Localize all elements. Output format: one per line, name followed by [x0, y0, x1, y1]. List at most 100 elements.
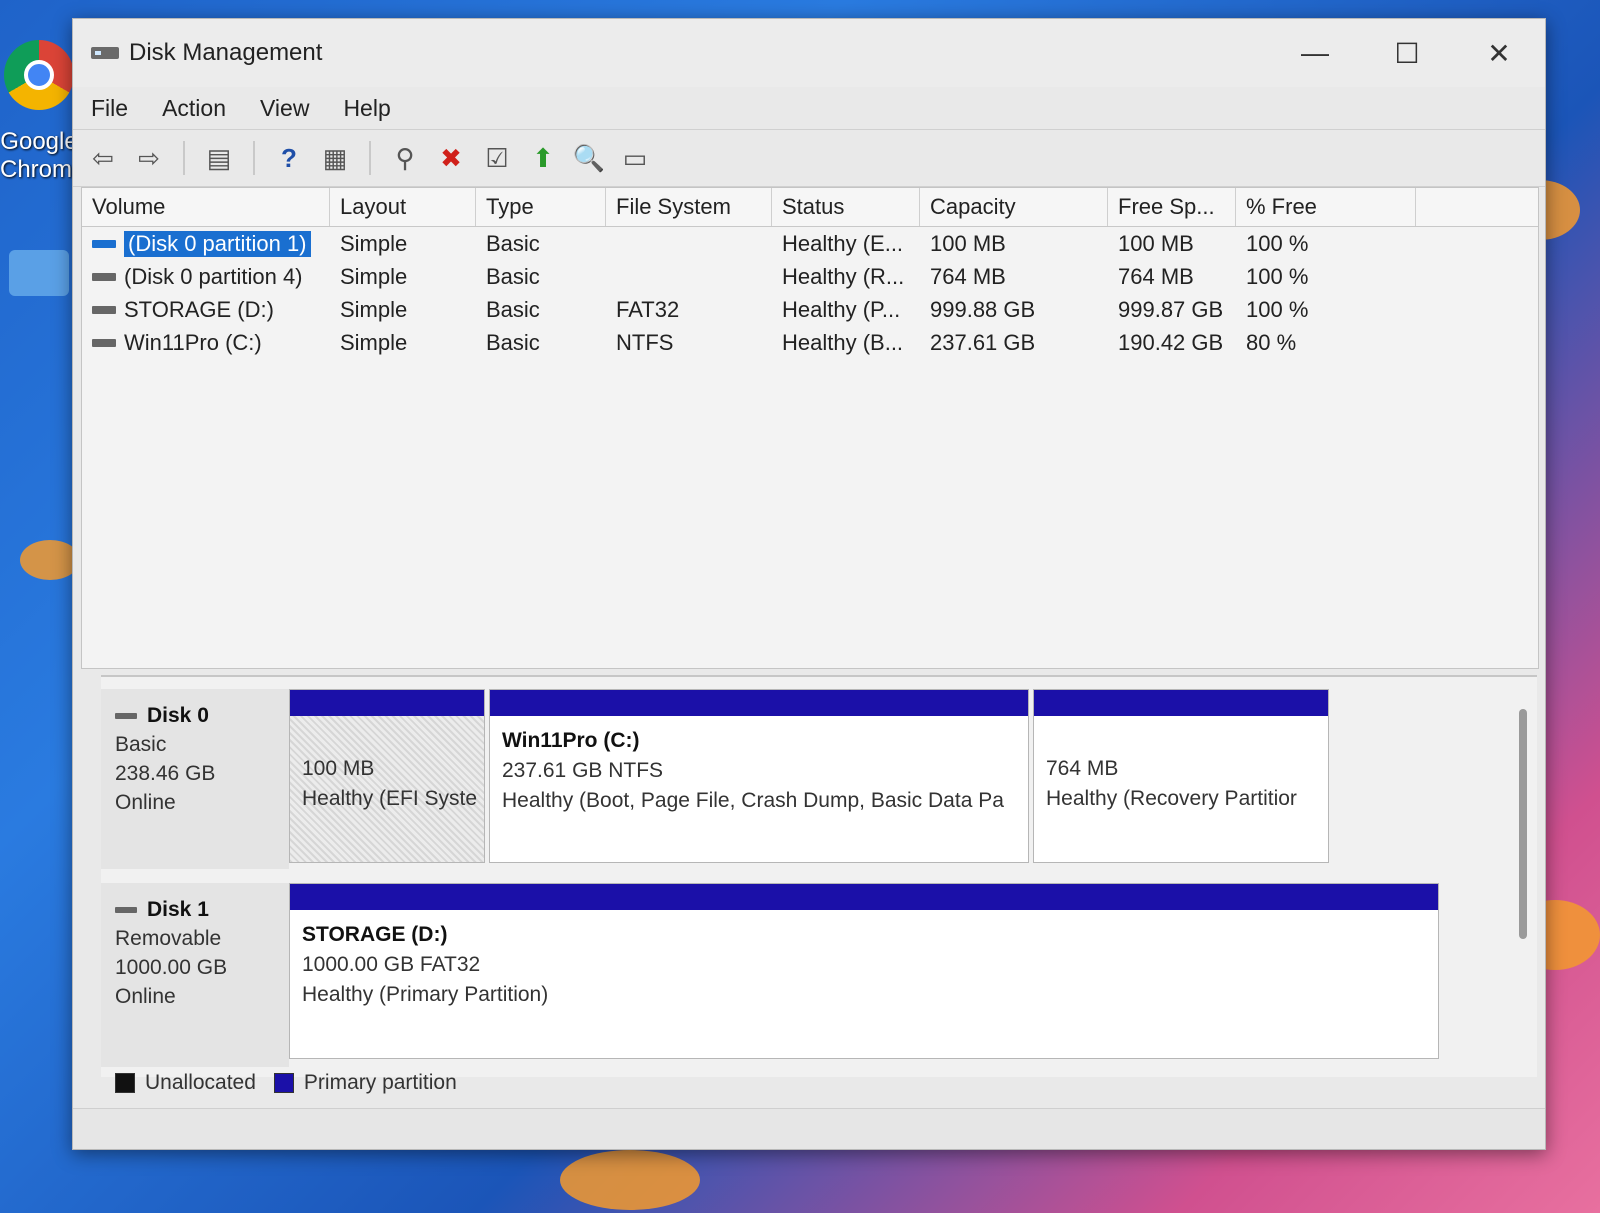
- free-cell: 999.87 GB: [1118, 296, 1224, 322]
- column-percent-free[interactable]: % Free: [1236, 188, 1416, 226]
- volume-list: Volume Layout Type File System Status Ca…: [81, 187, 1539, 669]
- volume-name: Win11Pro (C:): [124, 329, 262, 355]
- column-status[interactable]: Status: [772, 188, 920, 226]
- status-bar: [73, 1108, 1545, 1149]
- drive-icon: [92, 338, 116, 347]
- wallpaper-fish: [560, 1150, 700, 1210]
- toolbar-separator: [369, 141, 371, 175]
- check-icon[interactable]: ☑: [479, 140, 515, 176]
- connect-icon[interactable]: ⚲: [387, 140, 423, 176]
- partition-size: 100 MB: [302, 757, 375, 780]
- partition-size: 764 MB: [1046, 757, 1119, 780]
- pct-free-cell: 80 %: [1246, 329, 1297, 355]
- capacity-cell: 237.61 GB: [930, 329, 1036, 355]
- forward-icon[interactable]: ⇨: [131, 140, 167, 176]
- title-bar[interactable]: Disk Management — ☐ ✕: [73, 19, 1545, 87]
- volume-name: STORAGE (D:): [124, 296, 274, 322]
- menu-view[interactable]: View: [260, 95, 309, 122]
- column-file-system[interactable]: File System: [606, 188, 772, 226]
- chrome-label-line1: Google: [0, 128, 78, 155]
- menu-file[interactable]: File: [91, 95, 128, 122]
- help-icon[interactable]: ?: [271, 140, 307, 176]
- window-title: Disk Management: [129, 39, 323, 66]
- properties-icon[interactable]: ▦: [317, 140, 353, 176]
- menu-help[interactable]: Help: [343, 95, 390, 122]
- partition-status: Healthy (Boot, Page File, Crash Dump, Ba…: [502, 789, 1004, 812]
- free-cell: 764 MB: [1118, 263, 1194, 289]
- new-volume-icon[interactable]: ⬆: [525, 140, 561, 176]
- status-cell: Healthy (B...: [782, 329, 904, 355]
- partition-size: 237.61 GB NTFS: [502, 759, 664, 782]
- disk-0-label[interactable]: Disk 0 Basic 238.46 GB Online: [101, 689, 289, 869]
- status-cell: Healthy (R...: [782, 263, 905, 289]
- type-cell: Basic: [486, 296, 540, 322]
- capacity-cell: 764 MB: [930, 263, 1006, 289]
- disk-0-partitions: 100 MB Healthy (EFI Syste Win11Pro (C:) …: [289, 689, 1333, 869]
- disk-name: Disk 1: [147, 898, 209, 921]
- column-layout[interactable]: Layout: [330, 188, 476, 226]
- capacity-cell: 100 MB: [930, 230, 1006, 256]
- column-free-space[interactable]: Free Sp...: [1108, 188, 1236, 226]
- disk-management-icon: [9, 250, 69, 296]
- disk-type: Basic: [115, 733, 167, 756]
- table-row[interactable]: STORAGE (D:) Simple Basic FAT32 Healthy …: [82, 293, 1538, 326]
- toolbar-separator: [253, 141, 255, 175]
- drive-icon: [115, 906, 137, 913]
- partition-size: 1000.00 GB FAT32: [302, 953, 481, 976]
- primary-partition-bar: [290, 884, 1438, 910]
- disk-state: Online: [115, 985, 176, 1008]
- partition-efi[interactable]: 100 MB Healthy (EFI Syste: [289, 689, 485, 863]
- graph-scrollbar[interactable]: [1519, 709, 1527, 939]
- disk-type: Removable: [115, 927, 222, 950]
- fs-cell: NTFS: [616, 329, 674, 355]
- disk-1-label[interactable]: Disk 1 Removable 1000.00 GB Online: [101, 883, 289, 1067]
- search-icon[interactable]: 🔍: [571, 140, 607, 176]
- pct-free-cell: 100 %: [1246, 263, 1309, 289]
- table-row[interactable]: (Disk 0 partition 1) Simple Basic Health…: [82, 227, 1538, 260]
- layout-cell: Simple: [340, 263, 408, 289]
- disk-1-partitions: STORAGE (D:) 1000.00 GB FAT32 Healthy (P…: [289, 883, 1443, 1067]
- drive-icon: [92, 272, 116, 281]
- partition-c[interactable]: Win11Pro (C:) 237.61 GB NTFS Healthy (Bo…: [489, 689, 1029, 863]
- primary-partition-bar: [290, 690, 484, 716]
- layout-cell: Simple: [340, 296, 408, 322]
- column-capacity[interactable]: Capacity: [920, 188, 1108, 226]
- partition-recovery[interactable]: 764 MB Healthy (Recovery Partitior: [1033, 689, 1329, 863]
- toolbar-separator: [183, 141, 185, 175]
- menu-bar: File Action View Help: [73, 87, 1545, 129]
- chrome-label-line2: Chrome: [0, 156, 86, 183]
- disk-state: Online: [115, 791, 176, 814]
- delete-icon[interactable]: ✖: [433, 140, 469, 176]
- minimize-button[interactable]: —: [1269, 19, 1361, 87]
- drive-icon: [92, 239, 116, 248]
- menu-action[interactable]: Action: [162, 95, 226, 122]
- fs-cell: FAT32: [616, 296, 680, 322]
- desktop-icon-chrome[interactable]: Google Chrome: [0, 40, 86, 184]
- partition-status: Healthy (Recovery Partitior: [1046, 787, 1297, 810]
- table-row[interactable]: (Disk 0 partition 4) Simple Basic Health…: [82, 260, 1538, 293]
- type-cell: Basic: [486, 230, 540, 256]
- status-cell: Healthy (P...: [782, 296, 901, 322]
- console-tree-icon[interactable]: ▤: [201, 140, 237, 176]
- column-volume[interactable]: Volume: [82, 188, 330, 226]
- legend-primary: Primary partition: [303, 1071, 457, 1094]
- primary-swatch: [273, 1073, 294, 1093]
- layout-cell: Simple: [340, 329, 408, 355]
- disk-0-row: Disk 0 Basic 238.46 GB Online 100 MB Hea…: [101, 689, 1333, 869]
- legend: Unallocated Primary partition: [115, 1071, 457, 1095]
- close-button[interactable]: ✕: [1453, 19, 1545, 87]
- volume-name: (Disk 0 partition 1): [124, 230, 311, 257]
- disk-graph-pane: Disk 0 Basic 238.46 GB Online 100 MB Hea…: [101, 675, 1537, 1077]
- partition-status: Healthy (Primary Partition): [302, 983, 549, 1006]
- type-cell: Basic: [486, 263, 540, 289]
- back-icon[interactable]: ⇦: [85, 140, 121, 176]
- primary-partition-bar: [1034, 690, 1328, 716]
- column-type[interactable]: Type: [476, 188, 606, 226]
- partition-d[interactable]: STORAGE (D:) 1000.00 GB FAT32 Healthy (P…: [289, 883, 1439, 1059]
- table-row[interactable]: Win11Pro (C:) Simple Basic NTFS Healthy …: [82, 326, 1538, 359]
- unallocated-swatch: [115, 1073, 135, 1093]
- maximize-button[interactable]: ☐: [1361, 19, 1453, 87]
- type-cell: Basic: [486, 329, 540, 355]
- view-icon[interactable]: ▭: [617, 140, 653, 176]
- desktop-icon-diskmgmt[interactable]: [0, 250, 78, 296]
